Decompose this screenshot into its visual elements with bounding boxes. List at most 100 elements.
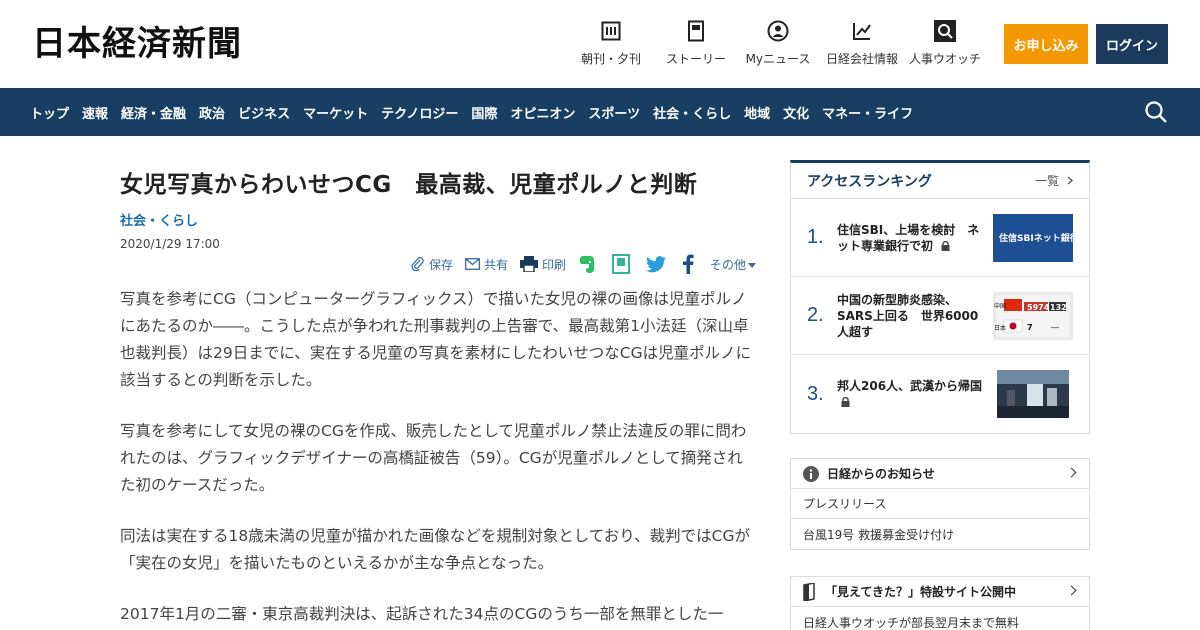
ranking-item[interactable]: 1. 住信SBI、上場を検討 ネット専業銀行で初 住信SBIネット銀行 — [791, 199, 1089, 277]
rank-number: 2. — [807, 304, 824, 326]
facebook-icon — [682, 254, 694, 274]
rank-thumbnail-stats-board: 中国 日本 5974 132 7 ― — [993, 291, 1073, 340]
bank-sign-text: 住信SBIネット銀行 — [999, 234, 1079, 244]
rank-headline: 中国の新型肺炎感染、SARS上回る 世界6000人超す — [837, 292, 979, 339]
company-chart-icon — [851, 20, 873, 42]
article-paragraph: 2017年1月の二審・東京高裁判決は、起訴された34点のCGのうち一部を無罪とし… — [120, 605, 724, 623]
nav-item-sports[interactable]: スポーツ — [588, 103, 640, 122]
search-person-icon — [934, 20, 956, 42]
ranking-title: アクセスランキング — [807, 173, 932, 190]
rank-thumbnail-bank: 住信SBIネット銀行 — [993, 213, 1079, 262]
rank-thumbnail-airport — [997, 370, 1069, 418]
nav-icon-label: 朝刊・夕刊 — [580, 52, 641, 66]
header-nav-icons: 朝刊・夕刊 ストーリー Myニュース 日経会社情報 人事ウオッチ — [570, 20, 982, 67]
nav-icon-company[interactable]: 日経会社情報 — [816, 20, 908, 67]
rank-number: 3. — [807, 382, 824, 405]
nav-item-business[interactable]: ビジネス — [238, 103, 290, 122]
nav-item-economy[interactable]: 経済・金融 — [121, 103, 186, 122]
nav-icon-newspaper[interactable]: 朝刊・夕刊 — [570, 20, 652, 67]
article: 女児写真からわいせつCG 最高裁、児童ポルノと判断 社会・くらし 2020/1/… — [120, 160, 756, 623]
nav-icon-label: ストーリー — [665, 52, 726, 66]
save-button[interactable]: 保存 — [411, 256, 453, 273]
article-tools: 保存 共有 印刷 その他 — [399, 254, 756, 274]
more-label: その他 — [709, 257, 746, 272]
nav-icon-story[interactable]: ストーリー — [652, 20, 740, 67]
board-label-china: 中国 — [994, 302, 1007, 310]
nav-item-opinion[interactable]: オピニオン — [510, 103, 575, 122]
access-ranking: アクセスランキング 一覧 1. 住信SBI、上場を検討 ネット専業銀行で初 住信… — [790, 160, 1090, 434]
nav-item-money-life[interactable]: マネー・ライフ — [822, 103, 913, 122]
notice-link[interactable]: 台風19号 救援募金受け付け — [791, 519, 1089, 549]
nav-item-market[interactable]: マーケット — [303, 103, 368, 122]
nav-icon-label: 日経会社情報 — [825, 52, 898, 66]
share-label: 共有 — [483, 257, 508, 272]
article-datetime: 2020/1/29 17:00 — [120, 237, 220, 251]
nikkei-notice-box: 日経からのお知らせ プレスリリース 台風19号 救援募金受け付け — [790, 458, 1090, 550]
nav-item-society[interactable]: 社会・くらし — [653, 103, 731, 122]
save-label: 保存 — [428, 257, 453, 272]
rank-headline: 住信SBI、上場を検討 ネット専業銀行で初 — [837, 222, 989, 254]
facebook-button[interactable] — [682, 254, 698, 274]
share-button[interactable]: 共有 — [465, 256, 508, 273]
promo-box: 「見えてきた？」特設サイト公開中 日経人事ウオッチが部長翌月末まで無料 — [790, 576, 1090, 630]
nav-icon-mynews[interactable]: Myニュース — [740, 20, 816, 67]
nav-item-top[interactable]: トップ — [30, 103, 69, 122]
article-paragraph: 写真を参考にして女児の裸のCGを作成、販売したとして児童ポルノ禁止法違反の罪に問… — [120, 422, 747, 494]
ranking-more-link[interactable]: 一覧 — [1035, 172, 1073, 189]
nav-item-region[interactable]: 地域 — [744, 103, 770, 122]
ranking-item[interactable]: 2. 中国の新型肺炎感染、SARS上回る 世界6000人超す 中国 日本 597… — [791, 277, 1089, 355]
notice-header[interactable]: 日経からのお知らせ — [791, 459, 1089, 489]
site-logo[interactable]: 日本経済新聞 — [32, 24, 242, 64]
subscribe-button[interactable]: お申し込み — [1004, 24, 1088, 64]
nav-icon-jinji[interactable]: 人事ウオッチ — [908, 20, 982, 67]
promo-link[interactable]: 日経人事ウオッチが部長翌月末まで無料 — [791, 607, 1089, 630]
main-navigation: トップ 速報 経済・金融 政治 ビジネス マーケット テクノロジー 国際 オピニ… — [0, 88, 1200, 136]
paperclip-icon — [411, 257, 425, 271]
print-label: 印刷 — [541, 257, 566, 272]
board-value-japan-deaths: ― — [1051, 322, 1059, 332]
story-icon — [685, 20, 707, 42]
chevron-right-icon — [1066, 467, 1077, 478]
ranking-header: アクセスランキング 一覧 — [791, 163, 1089, 199]
sidebar: アクセスランキング 一覧 1. 住信SBI、上場を検討 ネット専業銀行で初 住信… — [790, 160, 1090, 630]
person-icon — [767, 20, 789, 42]
nav-item-international[interactable]: 国際 — [471, 103, 497, 122]
promo-title: 「見えてきた？」特設サイト公開中 — [825, 585, 1017, 599]
board-value-japan-cases: 7 — [1027, 322, 1033, 332]
notice-link[interactable]: プレスリリース — [791, 489, 1089, 519]
nav-item-culture[interactable]: 文化 — [783, 103, 809, 122]
promo-header[interactable]: 「見えてきた？」特設サイト公開中 — [791, 577, 1089, 607]
login-button[interactable]: ログイン — [1096, 24, 1168, 64]
printer-icon — [519, 256, 538, 272]
nav-item-sokuho[interactable]: 速報 — [82, 103, 108, 122]
article-paragraph: 写真を参考にCG（コンピューターグラフィックス）で描いた女児の裸の画像は児童ポル… — [120, 290, 752, 389]
newspaper-icon — [600, 20, 622, 42]
article-paragraph: 同法は実在する18歳未満の児童が描かれた画像などを規制対象としており、裁判ではC… — [120, 527, 751, 572]
rank-headline-text: 邦人206人、武漢から帰国 — [837, 379, 983, 393]
bookmark-button[interactable] — [611, 254, 634, 274]
search-icon[interactable] — [1144, 100, 1168, 124]
twitter-button[interactable] — [645, 255, 670, 273]
print-button[interactable]: 印刷 — [519, 256, 566, 273]
more-menu-button[interactable]: その他 — [710, 256, 756, 273]
evernote-icon — [578, 254, 596, 274]
rank-headline-text: 住信SBI、上場を検討 ネット専業銀行で初 — [837, 222, 980, 253]
twitter-icon — [645, 255, 666, 273]
nav-item-technology[interactable]: テクノロジー — [381, 103, 458, 122]
lock-icon — [841, 395, 850, 407]
lock-icon — [941, 239, 950, 251]
article-headline: 女児写真からわいせつCG 最高裁、児童ポルノと判断 — [120, 172, 698, 198]
board-value-china-cases: 5974 — [1027, 302, 1050, 312]
evernote-button[interactable] — [578, 254, 600, 274]
nav-icon-label: Myニュース — [745, 52, 811, 66]
board-label-japan: 日本 — [994, 324, 1007, 332]
article-category-link[interactable]: 社会・くらし — [120, 210, 756, 229]
promo-badge-icon — [803, 582, 815, 601]
ranking-more-label: 一覧 — [1035, 174, 1060, 188]
article-body: 写真を参考にCG（コンピューターグラフィックス）で描いた女児の裸の画像は児童ポル… — [120, 286, 756, 630]
nav-icon-label: 人事ウオッチ — [908, 52, 981, 66]
nav-item-politics[interactable]: 政治 — [199, 103, 225, 122]
ranking-item[interactable]: 3. 邦人206人、武漢から帰国 — [791, 355, 1089, 433]
chevron-right-icon — [1067, 174, 1073, 188]
rank-headline: 邦人206人、武漢から帰国 — [837, 378, 989, 410]
